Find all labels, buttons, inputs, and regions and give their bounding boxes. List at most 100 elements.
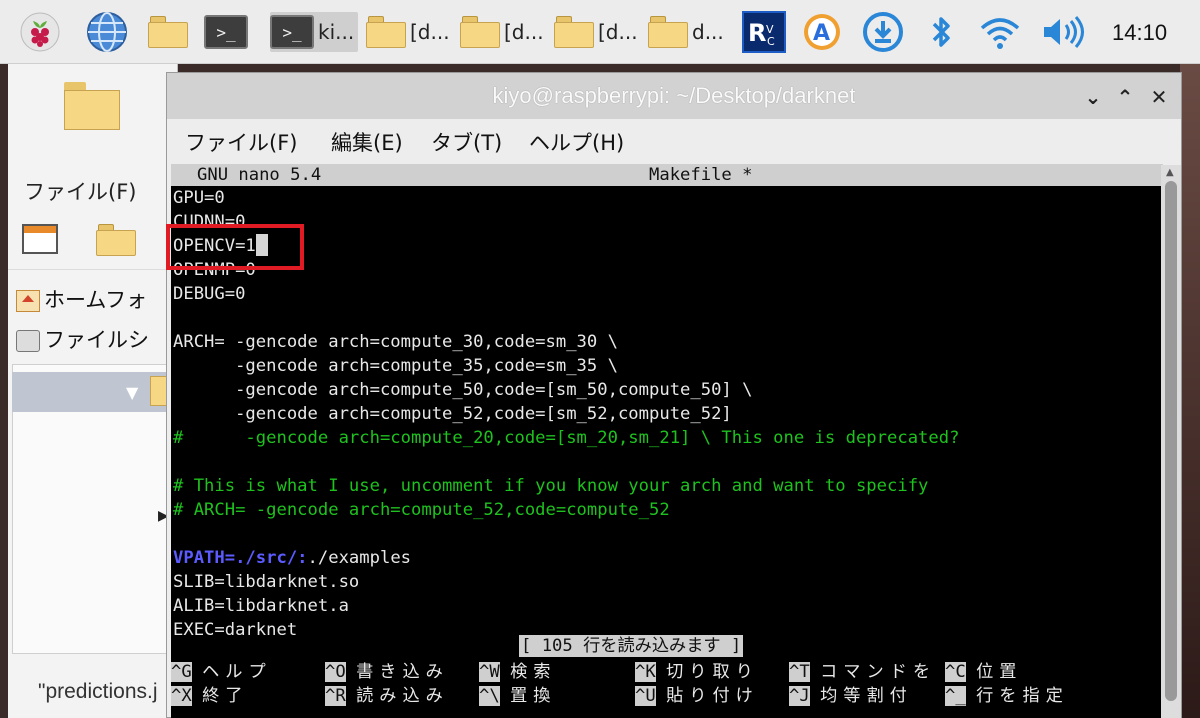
place-label: ホームフォ: [44, 288, 148, 312]
nano-version: GNU nano 5.4: [197, 165, 322, 185]
shortcut-bar-1: ^G ヘルプ ^O 書き込み ^W 検索 ^K 切り取り ^T コマンドを ^C…: [171, 660, 1163, 684]
new-window-icon[interactable]: [22, 224, 58, 254]
scroll-up-icon[interactable]: ▲: [1166, 167, 1174, 178]
browser-launcher[interactable]: [86, 12, 128, 52]
vertical-scrollbar[interactable]: ▲: [1161, 165, 1181, 718]
code-line: SLIB=libdarknet.so: [173, 572, 360, 592]
maximize-button[interactable]: ⌃: [1113, 85, 1137, 109]
comment-line: # ARCH= -gencode arch=compute_52,code=co…: [173, 500, 670, 520]
shortcut-label: 置換: [510, 686, 557, 706]
raspberry-icon: [20, 12, 60, 52]
place-home[interactable]: ホームフォ: [16, 284, 147, 314]
home-icon: [16, 290, 40, 312]
wifi-tray[interactable]: [978, 12, 1022, 52]
menu-tabs[interactable]: タブ(T): [431, 127, 502, 157]
shortcut-key[interactable]: ^G: [171, 662, 192, 682]
shortcut-key[interactable]: ^K: [635, 662, 656, 682]
folder-icon: [366, 16, 406, 48]
vnc-tray[interactable]: R V C: [742, 11, 786, 53]
nano-header: GNU nano 5.4 Makefile *: [171, 164, 1163, 186]
file-manager-window[interactable]: ファイル(F) ホームフォ ファイルシ ▼ ▶ "predictions.j: [8, 64, 178, 718]
fm-status-bar: "predictions.j: [38, 680, 158, 703]
code-line: DEBUG=0: [173, 284, 246, 304]
desktop: >_ >_ ki... [d... [d... [d... d... R V C…: [0, 0, 1200, 718]
shortcut-label: コマンドを: [820, 662, 937, 682]
task-label: d...: [692, 20, 724, 44]
terminal-launcher[interactable]: >_: [204, 12, 248, 52]
assistant-tray[interactable]: A: [800, 12, 844, 52]
title-bar[interactable]: kiyo@raspberrypi: ~/Desktop/darknet ⌄ ⌃ …: [167, 73, 1181, 119]
task-label: [d...: [410, 20, 450, 44]
menu-edit[interactable]: 編集(E): [331, 127, 403, 157]
nano-filename: Makefile *: [649, 165, 753, 185]
place-filesystem[interactable]: ファイルシ: [16, 324, 149, 354]
menu-bar: ファイル(F) 編集(E) タブ(T) ヘルプ(H): [167, 119, 1181, 163]
terminal-window[interactable]: kiyo@raspberrypi: ~/Desktop/darknet ⌄ ⌃ …: [166, 72, 1182, 718]
task-folder-3[interactable]: [d...: [554, 12, 642, 52]
vpath-keyword: VPATH=./src/:: [173, 548, 308, 568]
shortcut-key[interactable]: ^U: [635, 686, 656, 706]
scrollbar-thumb[interactable]: [1165, 181, 1177, 701]
desktop-wallpaper: [1180, 64, 1200, 718]
assistant-icon: A: [804, 14, 840, 50]
shortcut-label: 位置: [976, 662, 1023, 682]
shortcut-key[interactable]: ^T: [789, 662, 810, 682]
shortcut-label: ヘルプ: [202, 662, 272, 682]
volume-tray[interactable]: [1040, 12, 1086, 52]
shortcut-key[interactable]: ^R: [325, 686, 346, 706]
shortcut-label: 書き込み: [356, 662, 449, 682]
shortcut-key[interactable]: ^C: [945, 662, 966, 682]
shortcut-key[interactable]: ^O: [325, 662, 346, 682]
clock[interactable]: 14:10: [1112, 20, 1167, 46]
editor-area[interactable]: GPU=0 CUDNN=0 OPENCV=1 OPENMP=0 DEBUG=0 …: [173, 186, 1163, 642]
shortcut-key[interactable]: ^W: [479, 662, 500, 682]
shortcut-key[interactable]: ^_: [945, 686, 966, 706]
fm-menu-file[interactable]: ファイル(F): [24, 176, 136, 206]
shortcut-label: 行を指定: [976, 686, 1069, 706]
raspberry-menu-button[interactable]: [20, 12, 60, 52]
shortcut-label: 終了: [202, 686, 249, 706]
bluetooth-icon: [932, 17, 950, 47]
shortcut-label: 貼り付け: [666, 686, 759, 706]
updates-tray[interactable]: [862, 12, 904, 52]
terminal-icon: >_: [204, 15, 248, 49]
shortcut-key[interactable]: ^X: [171, 686, 192, 706]
terminal-screen[interactable]: GNU nano 5.4 Makefile * GPU=0 CUDNN=0 OP…: [171, 164, 1163, 718]
annotation-highlight-box: [166, 224, 304, 270]
shortcut-key[interactable]: ^J: [789, 686, 810, 706]
taskbar: >_ >_ ki... [d... [d... [d... d... R V C…: [0, 0, 1200, 64]
volume-icon: [1044, 16, 1084, 48]
folder-icon: [96, 224, 136, 256]
new-folder-icon[interactable]: [96, 224, 136, 256]
shortcut-key[interactable]: ^\: [479, 686, 500, 706]
bluetooth-tray[interactable]: [926, 12, 956, 52]
folder-icon: [554, 16, 594, 48]
code-line: -gencode arch=compute_52,code=[sm_52,com…: [173, 404, 732, 424]
task-terminal-kiyo[interactable]: >_ ki...: [270, 12, 358, 52]
chevron-down-icon[interactable]: ▼: [126, 383, 138, 402]
task-folder-4[interactable]: d...: [648, 12, 736, 52]
shortcut-bar-2: ^X 終了 ^R 読み込み ^\ 置換 ^U 貼り付け ^J 均等割付 ^_ 行…: [171, 684, 1163, 708]
comment-line: # This is what I use, uncomment if you k…: [173, 476, 929, 496]
drive-icon: [16, 330, 40, 352]
menu-file[interactable]: ファイル(F): [185, 127, 297, 157]
minimize-button[interactable]: ⌄: [1081, 85, 1105, 109]
code-line: ALIB=libdarknet.a: [173, 596, 349, 616]
window-title: kiyo@raspberrypi: ~/Desktop/darknet: [492, 83, 856, 108]
folder-icon: [148, 16, 188, 48]
task-label: [d...: [598, 20, 638, 44]
menu-help[interactable]: ヘルプ(H): [529, 127, 624, 157]
code-line: CUDNN=0: [173, 212, 246, 232]
shortcut-label: 切り取り: [666, 662, 759, 682]
folder-icon: [648, 16, 688, 48]
fm-toolbar: [8, 210, 178, 270]
file-manager-launcher[interactable]: [148, 12, 188, 52]
code-line: ARCH= -gencode arch=compute_30,code=sm_3…: [173, 332, 618, 352]
code-line-opencv: OPENCV=1: [173, 234, 1163, 258]
task-folder-1[interactable]: [d...: [366, 12, 454, 52]
close-button[interactable]: ✕: [1147, 85, 1171, 109]
task-folder-2[interactable]: [d...: [460, 12, 548, 52]
